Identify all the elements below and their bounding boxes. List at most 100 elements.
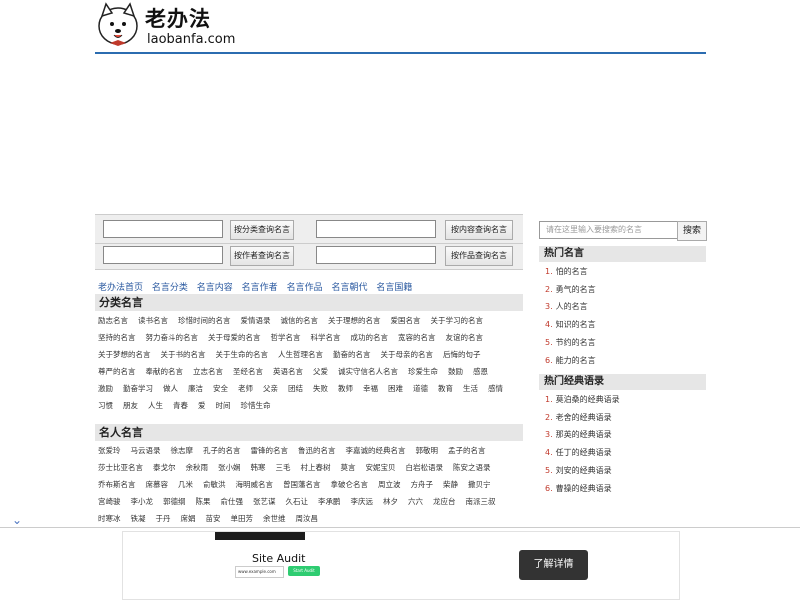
- category-tag-link[interactable]: 青春: [173, 397, 188, 414]
- nav-categories[interactable]: 名言分类: [152, 283, 188, 293]
- person-tag-link[interactable]: 陈果: [196, 493, 211, 510]
- person-tag-link[interactable]: 张小娴: [218, 459, 241, 476]
- person-tag-link[interactable]: 方舟子: [411, 476, 434, 493]
- category-tag-link[interactable]: 感情: [488, 380, 503, 397]
- category-tag-link[interactable]: 廉洁: [188, 380, 203, 397]
- person-tag-link[interactable]: 苗安: [206, 510, 221, 527]
- nav-dynasty[interactable]: 名言朝代: [331, 283, 367, 293]
- person-tag-link[interactable]: 余世维: [263, 510, 286, 527]
- category-tag-link[interactable]: 哲学名言: [271, 329, 301, 346]
- person-tag-link[interactable]: 林夕: [383, 493, 398, 510]
- person-tag-link[interactable]: 韩寒: [251, 459, 266, 476]
- category-tag-link[interactable]: 勤奋学习: [123, 380, 153, 397]
- person-tag-link[interactable]: 李嘉诚的经典名言: [346, 442, 406, 459]
- category-tag-link[interactable]: 英语名言: [273, 363, 303, 380]
- category-tag-link[interactable]: 失败: [313, 380, 328, 397]
- nav-home[interactable]: 老办法首页: [98, 283, 143, 293]
- category-tag-link[interactable]: 幸福: [363, 380, 378, 397]
- person-tag-link[interactable]: 陈安之语录: [453, 459, 491, 476]
- person-tag-link[interactable]: 村上春树: [301, 459, 331, 476]
- person-tag-link[interactable]: 撒贝宁: [468, 476, 491, 493]
- person-tag-link[interactable]: 三毛: [276, 459, 291, 476]
- category-tag-link[interactable]: 宽容的名言: [398, 329, 436, 346]
- person-tag-link[interactable]: 孔子的名言: [203, 442, 241, 459]
- person-tag-link[interactable]: 俞仕强: [221, 493, 244, 510]
- person-tag-link[interactable]: 曾国藩名言: [283, 476, 321, 493]
- category-tag-link[interactable]: 坚持的名言: [98, 329, 136, 346]
- person-tag-link[interactable]: 席慕容: [146, 476, 169, 493]
- person-tag-link[interactable]: 南派三叔: [466, 493, 496, 510]
- hot-quote-item[interactable]: 6. 能力的名言: [545, 352, 705, 370]
- person-tag-link[interactable]: 李小龙: [131, 493, 154, 510]
- content-search-input[interactable]: [316, 220, 436, 238]
- hot-quote-item[interactable]: 3. 人的名言: [545, 298, 705, 316]
- person-tag-link[interactable]: 泰戈尔: [153, 459, 176, 476]
- category-tag-link[interactable]: 成功的名言: [351, 329, 389, 346]
- hot-classic-item[interactable]: 5. 刘安的经典语录: [545, 462, 705, 480]
- category-search-input[interactable]: [103, 220, 223, 238]
- dog-mascot-icon[interactable]: [95, 2, 141, 48]
- person-tag-link[interactable]: 周立波: [378, 476, 401, 493]
- category-tag-link[interactable]: 爱: [198, 397, 206, 414]
- category-tag-link[interactable]: 珍惜时间的名言: [178, 312, 231, 329]
- person-tag-link[interactable]: 安妮宝贝: [366, 459, 396, 476]
- category-tag-link[interactable]: 科学名言: [311, 329, 341, 346]
- category-tag-link[interactable]: 父亲: [263, 380, 278, 397]
- person-tag-link[interactable]: 莫言: [341, 459, 356, 476]
- category-tag-link[interactable]: 教师: [338, 380, 353, 397]
- hot-quote-item[interactable]: 4. 知识的名言: [545, 316, 705, 334]
- person-tag-link[interactable]: 乔布斯名言: [98, 476, 136, 493]
- nav-content[interactable]: 名言内容: [197, 283, 233, 293]
- category-tag-link[interactable]: 时间: [216, 397, 231, 414]
- person-tag-link[interactable]: 莎士比亚名言: [98, 459, 143, 476]
- category-tag-link[interactable]: 生活: [463, 380, 478, 397]
- ad-learn-more-button[interactable]: 了解详情: [519, 550, 588, 580]
- work-search-input[interactable]: [316, 246, 436, 264]
- quote-search-button[interactable]: 搜索: [677, 221, 707, 241]
- category-tag-link[interactable]: 关于母亲的名言: [381, 346, 434, 363]
- category-tag-link[interactable]: 勤奋的名言: [333, 346, 371, 363]
- category-tag-link[interactable]: 珍惜生命: [241, 397, 271, 414]
- category-tag-link[interactable]: 人生: [148, 397, 163, 414]
- search-by-author-button[interactable]: 按作者查询名言: [230, 246, 294, 266]
- nav-works[interactable]: 名言作品: [287, 283, 323, 293]
- author-search-input[interactable]: [103, 246, 223, 264]
- category-tag-link[interactable]: 关于学习的名言: [431, 312, 484, 329]
- category-tag-link[interactable]: 朋友: [123, 397, 138, 414]
- person-tag-link[interactable]: 余秋雨: [186, 459, 209, 476]
- person-tag-link[interactable]: 拿破仑名言: [331, 476, 369, 493]
- person-tag-link[interactable]: 席娟: [181, 510, 196, 527]
- category-tag-link[interactable]: 团结: [288, 380, 303, 397]
- person-tag-link[interactable]: 张艺谋: [253, 493, 276, 510]
- person-tag-link[interactable]: 孟子的名言: [448, 442, 486, 459]
- category-tag-link[interactable]: 诚信的名言: [281, 312, 319, 329]
- category-tag-link[interactable]: 父爱: [313, 363, 328, 380]
- logo-chinese[interactable]: 老办法: [145, 3, 211, 33]
- category-tag-link[interactable]: 爱国名言: [391, 312, 421, 329]
- person-tag-link[interactable]: 几米: [178, 476, 193, 493]
- category-tag-link[interactable]: 关于生命的名言: [216, 346, 269, 363]
- person-tag-link[interactable]: 宫崎骏: [98, 493, 121, 510]
- category-tag-link[interactable]: 珍爱生命: [408, 363, 438, 380]
- category-tag-link[interactable]: 奉献的名言: [146, 363, 184, 380]
- person-tag-link[interactable]: 李庆远: [351, 493, 374, 510]
- person-tag-link[interactable]: 久石让: [286, 493, 309, 510]
- person-tag-link[interactable]: 白岩松语录: [406, 459, 444, 476]
- nav-authors[interactable]: 名言作者: [242, 283, 278, 293]
- category-tag-link[interactable]: 老师: [238, 380, 253, 397]
- category-tag-link[interactable]: 人生哲理名言: [278, 346, 323, 363]
- person-tag-link[interactable]: 马云语录: [131, 442, 161, 459]
- person-tag-link[interactable]: 龙应台: [433, 493, 456, 510]
- category-tag-link[interactable]: 关于理想的名言: [328, 312, 381, 329]
- category-tag-link[interactable]: 激励: [98, 380, 113, 397]
- person-tag-link[interactable]: 周汝昌: [296, 510, 319, 527]
- person-tag-link[interactable]: 于丹: [156, 510, 171, 527]
- hot-classic-item[interactable]: 1. 莫泊桑的经典语录: [545, 391, 705, 409]
- category-tag-link[interactable]: 关于书的名言: [161, 346, 206, 363]
- person-tag-link[interactable]: 俞敏洪: [203, 476, 226, 493]
- category-tag-link[interactable]: 励志名言: [98, 312, 128, 329]
- person-tag-link[interactable]: 郭德纲: [163, 493, 186, 510]
- search-by-work-button[interactable]: 按作品查询名言: [445, 246, 513, 266]
- category-tag-link[interactable]: 感恩: [473, 363, 488, 380]
- logo-domain[interactable]: laobanfa.com: [147, 32, 235, 47]
